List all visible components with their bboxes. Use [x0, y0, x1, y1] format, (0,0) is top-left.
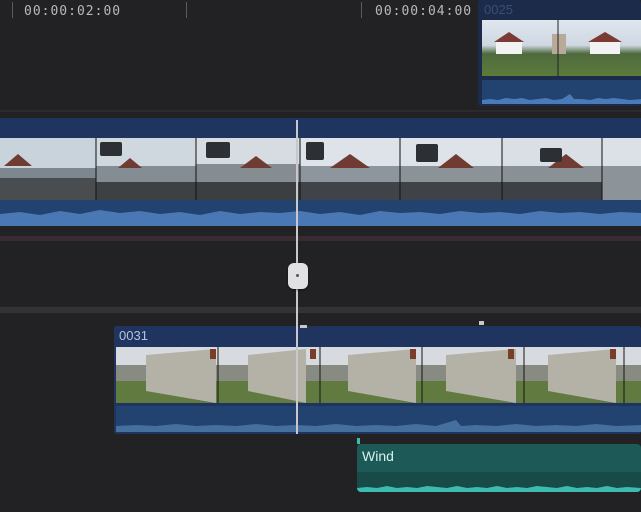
clip-0031[interactable]: 0031	[114, 326, 641, 434]
ruler-tick	[361, 2, 362, 18]
ruler-tick	[12, 2, 13, 18]
clip-thumbnails	[482, 20, 641, 76]
clip-name: 0025	[484, 2, 513, 17]
lane-divider	[0, 236, 641, 241]
clip-audio-waveform	[116, 406, 641, 432]
audio-clip-connection	[357, 438, 360, 444]
audio-clip-wind[interactable]: Wind	[357, 444, 641, 492]
timeline-divider	[0, 110, 641, 112]
clip-audio-waveform	[0, 200, 641, 226]
clip-audio-waveform	[482, 80, 641, 104]
lane-divider	[0, 307, 641, 313]
clip-name: 0031	[114, 326, 641, 346]
ruler-tick	[186, 2, 187, 18]
clip-name: Wind	[362, 448, 394, 464]
ruler-time-2s: 00:00:02:00	[24, 4, 122, 19]
clip-0025[interactable]: 0025	[478, 0, 641, 106]
clip-audio-waveform	[357, 472, 641, 492]
marker	[479, 321, 484, 325]
ruler-time-4s: 00:00:04:00	[375, 4, 473, 19]
playhead-handle[interactable]	[288, 263, 308, 289]
marker	[300, 325, 307, 328]
clip-filmstrip	[116, 347, 641, 403]
primary-storyline-clip[interactable]	[0, 118, 641, 226]
